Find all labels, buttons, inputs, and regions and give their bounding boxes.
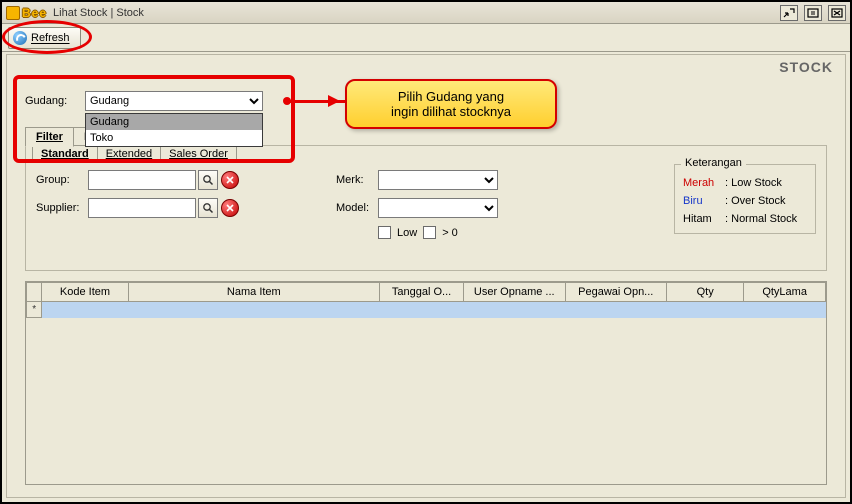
col-user[interactable]: User Opname ... <box>463 283 565 302</box>
app-window: Bee Lihat Stock | Stock Refresh STOCK Pi… <box>0 0 852 504</box>
model-select[interactable] <box>378 198 498 218</box>
refresh-icon <box>13 31 27 45</box>
subtab-salesorder-label: Sales Order <box>169 148 228 160</box>
col-qty[interactable]: Qty <box>667 283 744 302</box>
subtab-extended[interactable]: Extended <box>97 145 161 163</box>
grid-header-row: Kode Item Nama Item Tanggal O... User Op… <box>27 283 826 302</box>
callout-arrow <box>287 100 345 103</box>
refresh-button[interactable]: Refresh <box>8 27 81 49</box>
maximize-button[interactable] <box>804 5 822 21</box>
app-icon <box>6 6 20 20</box>
window-title: Lihat Stock | Stock <box>53 7 144 19</box>
refresh-label: Refresh <box>31 32 70 44</box>
group-lookup-button[interactable] <box>198 170 218 190</box>
col-qtylama[interactable]: QtyLama <box>744 283 826 302</box>
group-clear-button[interactable] <box>221 171 239 189</box>
ket-merah-desc: Low Stock <box>731 177 782 189</box>
callout-line2: ingin dilihat stocknya <box>391 104 511 119</box>
filter-subtabs: Standard Extended Sales Order <box>32 145 236 163</box>
subtab-standard-label: Standard <box>41 148 89 160</box>
supplier-clear-button[interactable] <box>221 199 239 217</box>
col-kode[interactable]: Kode Item <box>42 283 128 302</box>
col-tanggal[interactable]: Tanggal O... <box>380 283 464 302</box>
subtab-salesorder[interactable]: Sales Order <box>160 145 237 163</box>
low-checkbox[interactable] <box>378 226 391 239</box>
toolbar: Refresh <box>2 24 850 52</box>
grid-corner <box>27 283 42 302</box>
row-marker: * <box>27 302 42 318</box>
ket-merah: Merah <box>683 177 725 189</box>
keterangan-title: Keterangan <box>681 157 746 169</box>
ket-biru-desc: Over Stock <box>731 195 785 207</box>
merk-label: Merk: <box>336 174 378 186</box>
search-icon <box>202 202 214 214</box>
col-pegawai[interactable]: Pegawai Opn... <box>565 283 667 302</box>
merk-select[interactable] <box>378 170 498 190</box>
model-label: Model: <box>336 202 378 214</box>
low-label: Low <box>397 227 417 239</box>
detach-window-button[interactable] <box>780 5 798 21</box>
supplier-input[interactable] <box>88 198 196 218</box>
gudang-option-toko[interactable]: Toko <box>86 130 262 146</box>
filter-inner: Group: Supplier: <box>36 168 816 262</box>
page-title: STOCK <box>779 59 833 75</box>
ket-hitam-desc: Normal Stock <box>731 213 797 225</box>
tab-filter-label: Filter <box>36 131 63 143</box>
gudang-select[interactable]: Gudang <box>85 91 263 111</box>
grid-selected-row[interactable] <box>42 302 826 318</box>
grid-row[interactable]: * <box>27 302 826 318</box>
group-label: Group: <box>36 174 88 186</box>
supplier-label: Supplier: <box>36 202 88 214</box>
close-button[interactable] <box>828 5 846 21</box>
gtzero-checkbox[interactable] <box>423 226 436 239</box>
tab-filter[interactable]: Filter <box>25 127 74 147</box>
app-body: STOCK Pilih Gudang yang ingin dilihat st… <box>6 54 846 498</box>
clear-icon <box>225 175 235 185</box>
gudang-label: Gudang: <box>25 95 85 107</box>
group-input[interactable] <box>88 170 196 190</box>
col-nama[interactable]: Nama Item <box>128 283 380 302</box>
subtab-extended-label: Extended <box>106 148 152 160</box>
search-icon <box>202 174 214 186</box>
supplier-lookup-button[interactable] <box>198 198 218 218</box>
ket-biru: Biru <box>683 195 725 207</box>
gudang-dropdown-open: Gudang Toko <box>85 113 263 147</box>
subtab-standard[interactable]: Standard <box>32 145 98 163</box>
filter-panel: Standard Extended Sales Order Group: <box>25 145 827 271</box>
titlebar: Bee Lihat Stock | Stock <box>2 2 850 24</box>
keterangan-box: Keterangan Merah: Low Stock Biru: Over S… <box>674 164 816 234</box>
gudang-option-gudang[interactable]: Gudang <box>86 114 262 130</box>
ket-hitam: Hitam <box>683 213 725 225</box>
callout-bubble: Pilih Gudang yang ingin dilihat stocknya <box>345 79 557 129</box>
app-name: Bee <box>22 6 47 20</box>
gtzero-label: > 0 <box>442 227 458 239</box>
clear-icon <box>225 203 235 213</box>
callout-line1: Pilih Gudang yang <box>398 89 504 104</box>
grid: Kode Item Nama Item Tanggal O... User Op… <box>25 281 827 485</box>
